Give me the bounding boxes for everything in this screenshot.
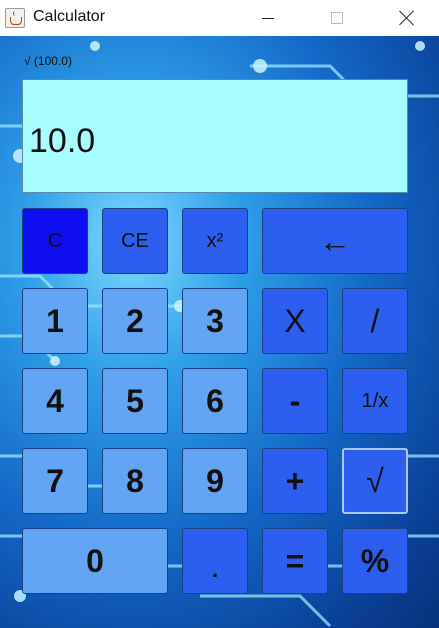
digit-2-button[interactable]: 2 [102,288,168,354]
digit-1-button[interactable]: 1 [22,288,88,354]
digit-4-button[interactable]: 4 [22,368,88,434]
digit-6-button[interactable]: 6 [182,368,248,434]
decimal-button[interactable]: . [182,528,248,594]
digit-8-button[interactable]: 8 [102,448,168,514]
reciprocal-button[interactable]: 1/x [342,368,408,434]
digit-0-button[interactable]: 0 [22,528,168,594]
title-bar: Calculator [0,0,439,36]
java-cup-icon [5,8,25,28]
sqrt-button[interactable]: √ [342,448,408,514]
minimize-button[interactable] [245,0,291,36]
minimize-icon [262,17,274,19]
subtract-button[interactable]: - [262,368,328,434]
square-button[interactable]: x² [182,208,248,274]
result-display: 10.0 [22,79,408,193]
digit-3-button[interactable]: 3 [182,288,248,354]
equals-button[interactable]: = [262,528,328,594]
add-button[interactable]: + [262,448,328,514]
close-button[interactable] [384,0,430,36]
maximize-icon [331,12,343,24]
clear-entry-button[interactable]: CE [102,208,168,274]
close-icon [399,10,415,26]
digit-9-button[interactable]: 9 [182,448,248,514]
calculator-panel: √ (100.0) 10.0 C CE x² ← 1 2 3 X / 4 5 6… [0,36,439,628]
digit-5-button[interactable]: 5 [102,368,168,434]
divide-button[interactable]: / [342,288,408,354]
multiply-button[interactable]: X [262,288,328,354]
digit-7-button[interactable]: 7 [22,448,88,514]
maximize-button[interactable] [314,0,360,36]
backspace-button[interactable]: ← [262,208,408,274]
clear-button[interactable]: C [22,208,88,274]
formula-label: √ (100.0) [24,54,72,68]
window-title: Calculator [33,8,106,25]
percent-button[interactable]: % [342,528,408,594]
result-value: 10.0 [29,122,96,160]
